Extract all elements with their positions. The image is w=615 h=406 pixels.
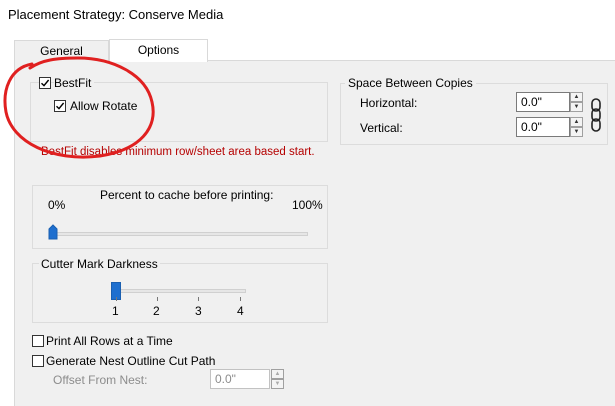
chain-link-icon[interactable] bbox=[590, 96, 602, 134]
print-all-rows-checkbox[interactable] bbox=[32, 335, 44, 347]
cutter-title: Cutter Mark Darkness bbox=[39, 257, 160, 271]
cutter-tick bbox=[240, 297, 241, 301]
spin-down-icon[interactable]: ▼ bbox=[271, 379, 284, 389]
cache-label: Percent to cache before printing: bbox=[100, 188, 274, 202]
offset-input[interactable]: 0.0" bbox=[210, 369, 270, 389]
cutter-tick-label: 2 bbox=[153, 304, 160, 318]
cutter-slider-track[interactable] bbox=[112, 289, 246, 293]
spin-down-icon[interactable]: ▼ bbox=[570, 102, 583, 112]
horizontal-spinner[interactable]: ▲ ▼ bbox=[570, 92, 583, 112]
cutter-tick-label: 1 bbox=[112, 304, 119, 318]
offset-spinner[interactable]: ▲ ▼ bbox=[271, 369, 284, 389]
vertical-spinner[interactable]: ▲ ▼ bbox=[570, 117, 583, 137]
spin-up-icon[interactable]: ▲ bbox=[570, 92, 583, 102]
cutter-tick bbox=[116, 297, 117, 301]
cache-min-label: 0% bbox=[48, 198, 66, 212]
print-all-rows-label[interactable]: Print All Rows at a Time bbox=[46, 334, 173, 348]
red-circle-annotation bbox=[3, 56, 155, 159]
offset-label: Offset From Nest: bbox=[53, 373, 148, 387]
spin-up-icon[interactable]: ▲ bbox=[570, 117, 583, 127]
spacing-title: Space Between Copies bbox=[345, 76, 476, 90]
vertical-label: Vertical: bbox=[360, 121, 403, 135]
spin-down-icon[interactable]: ▼ bbox=[570, 127, 583, 137]
window-title: Placement Strategy: Conserve Media bbox=[8, 7, 224, 22]
cutter-group bbox=[32, 263, 328, 323]
cache-slider-thumb[interactable] bbox=[48, 224, 58, 240]
vertical-input[interactable]: 0.0" bbox=[516, 117, 570, 137]
cutter-tick-label: 3 bbox=[195, 304, 202, 318]
spin-up-icon[interactable]: ▲ bbox=[271, 369, 284, 379]
nest-outline-label[interactable]: Generate Nest Outline Cut Path bbox=[46, 354, 215, 368]
cutter-tick bbox=[198, 297, 199, 301]
cache-slider-track[interactable] bbox=[52, 232, 308, 236]
nest-outline-checkbox[interactable] bbox=[32, 355, 44, 367]
horizontal-label: Horizontal: bbox=[360, 96, 418, 110]
cache-max-label: 100% bbox=[292, 198, 323, 212]
horizontal-input[interactable]: 0.0" bbox=[516, 92, 570, 112]
cutter-tick bbox=[157, 297, 158, 301]
cutter-tick-label: 4 bbox=[237, 304, 244, 318]
